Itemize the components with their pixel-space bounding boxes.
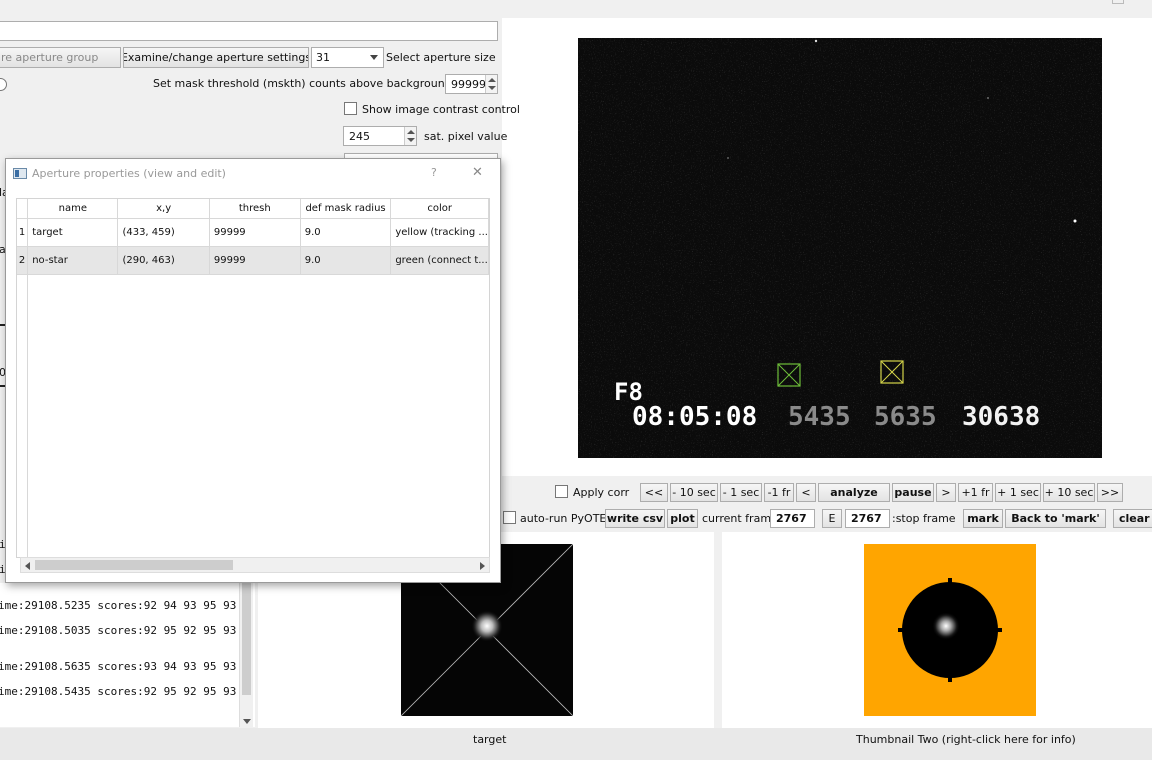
column-header-thresh[interactable]: thresh bbox=[209, 199, 301, 219]
top-strip bbox=[0, 0, 1152, 14]
scroll-left-icon[interactable] bbox=[25, 562, 30, 570]
e-button[interactable]: E bbox=[822, 509, 842, 528]
aperture-no-star[interactable] bbox=[777, 363, 801, 387]
sat-pixel-label: sat. pixel value bbox=[424, 130, 508, 143]
spinner-arrows-icon[interactable] bbox=[485, 75, 497, 93]
overlay-num2: 5635 bbox=[874, 402, 937, 432]
write-csv-button[interactable]: write csv bbox=[605, 509, 665, 528]
sat-pixel-spinner[interactable]: 245 bbox=[343, 126, 417, 146]
step-back-button[interactable]: < bbox=[796, 483, 816, 502]
cell-radius[interactable]: 9.0 bbox=[300, 218, 392, 247]
apply-corr-label: Apply corr bbox=[573, 486, 630, 499]
restore-icon[interactable] bbox=[1112, 0, 1124, 4]
stop-frame-label: :stop frame bbox=[892, 512, 956, 525]
forward-10-sec-button[interactable]: + 10 sec bbox=[1043, 483, 1095, 502]
spinner-arrows-icon[interactable] bbox=[404, 127, 416, 145]
header-corner[interactable] bbox=[17, 199, 29, 219]
log-pane: ime:29108.5235 scores:92 94 93 95 93 ime… bbox=[0, 583, 255, 727]
pause-button[interactable]: pause bbox=[892, 483, 934, 502]
thumbnail-two-label[interactable]: Thumbnail Two (right-click here for info… bbox=[856, 733, 1076, 746]
noise-field bbox=[578, 38, 1102, 458]
forward-1-frame-button[interactable]: +1 fr bbox=[958, 483, 993, 502]
thumbnail-two-image bbox=[864, 544, 1036, 716]
cell-color[interactable]: green (connect t... bbox=[390, 246, 489, 275]
horizontal-scrollbar[interactable] bbox=[20, 557, 490, 573]
forward-end-button[interactable]: >> bbox=[1097, 483, 1123, 502]
column-header-xy[interactable]: x,y bbox=[117, 199, 210, 219]
row-header[interactable]: 1 bbox=[17, 218, 29, 247]
apply-corr-checkbox[interactable] bbox=[555, 485, 568, 498]
cell-thresh[interactable]: 99999 bbox=[209, 218, 301, 247]
thumbnail-two-pane[interactable] bbox=[722, 532, 1152, 728]
forward-1-sec-button[interactable]: + 1 sec bbox=[995, 483, 1041, 502]
aperture-size-select[interactable]: 31 bbox=[311, 47, 384, 68]
cell-color[interactable]: yellow (tracking ... bbox=[390, 218, 489, 247]
scroll-right-icon[interactable] bbox=[480, 562, 485, 570]
cell-thresh[interactable]: 99999 bbox=[209, 246, 301, 275]
analyze-button[interactable]: analyze bbox=[818, 483, 890, 502]
auto-run-pyote-checkbox[interactable] bbox=[503, 511, 516, 524]
contrast-checkbox[interactable] bbox=[344, 102, 357, 115]
mark-button[interactable]: mark bbox=[963, 509, 1003, 528]
close-icon[interactable]: ✕ bbox=[472, 165, 483, 180]
aperture-table: name x,y thresh def mask radius color 1 … bbox=[17, 199, 489, 275]
scrollbar-thumb[interactable] bbox=[35, 560, 233, 570]
chevron-down-icon bbox=[370, 55, 378, 60]
log-line: ime:29108.5635 scores:93 94 93 95 93 bbox=[0, 660, 237, 673]
help-icon[interactable]: ? bbox=[431, 166, 437, 179]
dialog-title-bar[interactable]: Aperture properties (view and edit) ? ✕ bbox=[6, 159, 500, 189]
column-header-radius[interactable]: def mask radius bbox=[300, 199, 392, 219]
window-icon bbox=[13, 168, 27, 179]
stop-frame-field[interactable]: 2767 bbox=[845, 509, 890, 528]
radio-button[interactable] bbox=[0, 78, 7, 91]
main-video-frame[interactable]: F8 08:05:08 5435 5635 30638 bbox=[578, 38, 1102, 458]
scrollbar-thumb[interactable] bbox=[242, 583, 251, 695]
cell-name[interactable]: no-star bbox=[27, 246, 119, 275]
back-1-frame-button[interactable]: -1 fr bbox=[764, 483, 794, 502]
overlay-time: 08:05:08 bbox=[632, 402, 758, 432]
column-header-name[interactable]: name bbox=[27, 199, 119, 219]
bottom-bar: target Thumbnail Two (right-click here f… bbox=[0, 728, 1152, 760]
plot-button[interactable]: plot bbox=[667, 509, 698, 528]
examine-aperture-settings-button[interactable]: Examine/change aperture settings bbox=[123, 47, 309, 68]
back-to-mark-button[interactable]: Back to 'mark' bbox=[1005, 509, 1106, 528]
column-header-color[interactable]: color bbox=[390, 199, 489, 219]
aperture-size-label: Select aperture size bbox=[386, 51, 496, 64]
aperture-size-value: 31 bbox=[316, 51, 330, 64]
log-line: ime:29108.5435 scores:92 95 92 95 93 bbox=[0, 685, 237, 698]
sat-pixel-value: 245 bbox=[349, 129, 370, 143]
table-header-row: name x,y thresh def mask radius color bbox=[17, 199, 489, 219]
back-start-button[interactable]: << bbox=[640, 483, 668, 502]
contrast-label: Show image contrast control bbox=[362, 103, 520, 116]
cell-name[interactable]: target bbox=[27, 218, 119, 247]
log-line: ime:29108.5035 scores:92 95 92 95 93 bbox=[0, 624, 237, 637]
log-line: ime:29108.5235 scores:92 94 93 95 93 bbox=[0, 599, 237, 612]
clear-button[interactable]: clear d bbox=[1113, 509, 1152, 528]
back-10-sec-button[interactable]: - 10 sec bbox=[670, 483, 718, 502]
log-scrollbar[interactable] bbox=[239, 583, 253, 727]
cell-xy[interactable]: (433, 459) bbox=[117, 218, 210, 247]
step-forward-button[interactable]: > bbox=[936, 483, 956, 502]
thumbnail-one-label: target bbox=[473, 733, 507, 746]
overlay-num3: 30638 bbox=[962, 402, 1041, 432]
aperture-target[interactable] bbox=[880, 360, 904, 384]
aperture-group-button[interactable]: re aperture group bbox=[0, 47, 121, 68]
overlay-num1: 5435 bbox=[788, 402, 851, 432]
table-row[interactable]: 1 target (433, 459) 99999 9.0 yellow (tr… bbox=[17, 218, 489, 247]
file-path-field[interactable] bbox=[0, 21, 498, 41]
cell-xy[interactable]: (290, 463) bbox=[117, 246, 210, 275]
scroll-down-icon[interactable] bbox=[243, 719, 251, 724]
mask-threshold-spinner[interactable]: 99999 bbox=[445, 74, 498, 94]
table-row[interactable]: 2 no-star (290, 463) 99999 9.0 green (co… bbox=[17, 246, 489, 275]
mask-threshold-value: 99999 bbox=[451, 77, 486, 91]
row-header[interactable]: 2 bbox=[17, 246, 29, 275]
back-1-sec-button[interactable]: - 1 sec bbox=[720, 483, 762, 502]
aperture-table-frame: name x,y thresh def mask radius color 1 … bbox=[16, 198, 490, 558]
current-frame-field[interactable]: 2767 bbox=[770, 509, 815, 528]
aperture-properties-dialog[interactable]: Aperture properties (view and edit) ? ✕ … bbox=[5, 158, 501, 583]
dialog-title: Aperture properties (view and edit) bbox=[32, 167, 226, 180]
auto-run-pyote-label: auto-run PyOTE bbox=[520, 512, 607, 525]
cell-radius[interactable]: 9.0 bbox=[300, 246, 392, 275]
